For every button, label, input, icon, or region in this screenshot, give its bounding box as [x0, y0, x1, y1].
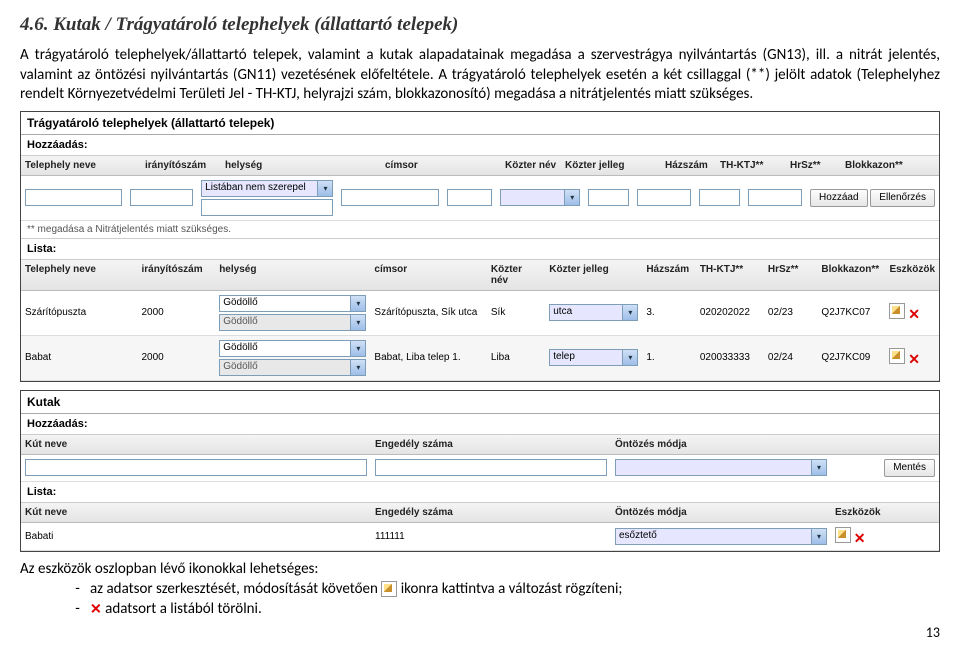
- kutak-list-header: Kút neve Engedély száma Öntözés módja Es…: [21, 502, 939, 523]
- add-kozterjelleg-dropdown[interactable]: ▾: [500, 189, 580, 206]
- edit-icon: [381, 581, 397, 597]
- col-telephely: Telephely neve: [21, 156, 141, 175]
- kutak-add-header: Kút neve Engedély száma Öntözés módja: [21, 434, 939, 455]
- kutak-lista-label: Lista:: [21, 482, 939, 502]
- row-helyseg-dropdown-disabled: Gödöllő ▾: [219, 359, 366, 376]
- col-hazszam: Házszám: [661, 156, 716, 175]
- chevron-down-icon: ▾: [317, 181, 332, 196]
- lista-label: Lista:: [21, 239, 939, 259]
- row-kozterjelleg-dropdown[interactable]: utca ▾: [549, 304, 638, 321]
- mentes-button[interactable]: Mentés: [884, 459, 935, 477]
- edit-icon[interactable]: [835, 527, 851, 543]
- outro-bullet-edit: az adatsor szerkesztését, módosítását kö…: [90, 580, 940, 598]
- delete-icon: ✕: [90, 600, 102, 617]
- dropdown-text: Listában nem szerepel: [202, 181, 317, 196]
- chevron-down-icon: ▾: [622, 350, 637, 365]
- kutak-title: Kutak: [21, 391, 939, 414]
- chevron-down-icon: ▾: [811, 460, 826, 475]
- chevron-down-icon: ▾: [350, 360, 365, 375]
- outro-bullet-delete: ✕ adatsort a listából törölni.: [90, 600, 940, 618]
- telephelyek-title: Trágyatároló telephelyek (állattartó tel…: [21, 112, 939, 135]
- telep-add-header: Telephely neve irányítószám helység címs…: [21, 155, 939, 176]
- hozzaad-button[interactable]: Hozzáad: [810, 189, 867, 207]
- edit-icon[interactable]: [889, 348, 905, 364]
- col-kozterjelleg: Közter jelleg: [561, 156, 661, 175]
- add-hrsz-input[interactable]: [699, 189, 740, 206]
- telep-add-row: Listában nem szerepel ▾ ▾ Hozzáad Ellenő…: [21, 176, 939, 221]
- col-engedelyszama: Engedély száma: [371, 435, 611, 454]
- kutak-add-row: ▾ Mentés: [21, 455, 939, 482]
- section-heading: 4.6. Kutak / Trágyatároló telephelyek (á…: [20, 14, 940, 36]
- chevron-down-icon: ▾: [564, 190, 579, 205]
- row-helyseg-dropdown[interactable]: Gödöllő ▾: [219, 295, 366, 312]
- ellenorzes-button[interactable]: Ellenőrzés: [870, 189, 935, 207]
- chevron-down-icon: ▾: [350, 296, 365, 311]
- delete-icon[interactable]: ✕: [908, 306, 920, 322]
- add-thktj-input[interactable]: [637, 189, 691, 206]
- intro-paragraph: A trágyatároló telephelyek/állattartó te…: [20, 46, 940, 105]
- add-engedely-input[interactable]: [375, 459, 607, 476]
- col-hrsz: HrSz**: [786, 156, 841, 175]
- add-helyseg-dropdown[interactable]: Listában nem szerepel ▾: [201, 180, 333, 197]
- add-hazszam-input[interactable]: [588, 189, 629, 206]
- chevron-down-icon: ▾: [622, 305, 637, 320]
- delete-icon[interactable]: ✕: [854, 530, 866, 546]
- row-ontozesmodja-dropdown[interactable]: esőztető ▾: [615, 528, 827, 545]
- col-ontozesmodja: Öntözés módja: [611, 435, 831, 454]
- add-telephely-input[interactable]: [25, 189, 122, 206]
- chevron-down-icon: ▾: [350, 315, 365, 330]
- telephelyek-box: Trágyatároló telephelyek (állattartó tel…: [20, 111, 940, 382]
- dropdown-text: [501, 190, 564, 205]
- hozzaadas-label: Hozzáadás:: [21, 135, 939, 155]
- col-blokkazon: Blokkazon**: [841, 156, 911, 175]
- col-cimsor: címsor: [381, 156, 501, 175]
- col-thktj: TH-KTJ**: [716, 156, 786, 175]
- page-number: 13: [20, 624, 940, 641]
- col-helyseg: helység: [221, 156, 381, 175]
- delete-icon[interactable]: ✕: [908, 351, 920, 367]
- row-helyseg-dropdown-disabled: Gödöllő ▾: [219, 314, 366, 331]
- row-kozterjelleg-dropdown[interactable]: telep ▾: [549, 349, 638, 366]
- kutak-hozzaadas-label: Hozzáadás:: [21, 414, 939, 434]
- row-helyseg-dropdown[interactable]: Gödöllő ▾: [219, 340, 366, 357]
- telep-note: ** megadása a Nitrátjelentés miatt szüks…: [21, 221, 939, 239]
- kutak-box: Kutak Hozzáadás: Kút neve Engedély száma…: [20, 390, 940, 552]
- table-row: Szárítópuszta 2000 Gödöllő ▾ Gödöllő ▾ S…: [21, 291, 939, 336]
- telep-list-header: Telephely neve irányítószám helység címs…: [21, 259, 939, 291]
- add-ontozesmodja-dropdown[interactable]: ▾: [615, 459, 827, 476]
- outro-lead: Az eszközök oszlopban lévő ikonokkal leh…: [20, 560, 940, 578]
- edit-icon[interactable]: [889, 303, 905, 319]
- col-kutneve: Kút neve: [21, 435, 371, 454]
- chevron-down-icon: ▾: [811, 529, 826, 544]
- add-iranyitoszam-input[interactable]: [130, 189, 193, 206]
- add-kozternev-input[interactable]: [447, 189, 492, 206]
- outro-list: az adatsor szerkesztését, módosítását kö…: [50, 580, 940, 618]
- add-blokk-input[interactable]: [748, 189, 802, 206]
- chevron-down-icon: ▾: [350, 341, 365, 356]
- col-kozternev: Közter név: [501, 156, 561, 175]
- table-row: Babat 2000 Gödöllő ▾ Gödöllő ▾ Babat, Li…: [21, 336, 939, 381]
- add-cimsor-input[interactable]: [341, 189, 438, 206]
- col-iranyitoszam: irányítószám: [141, 156, 221, 175]
- add-helyseg-input[interactable]: [201, 199, 333, 216]
- table-row: Babati 111111 esőztető ▾ ✕: [21, 523, 939, 551]
- add-kutneve-input[interactable]: [25, 459, 367, 476]
